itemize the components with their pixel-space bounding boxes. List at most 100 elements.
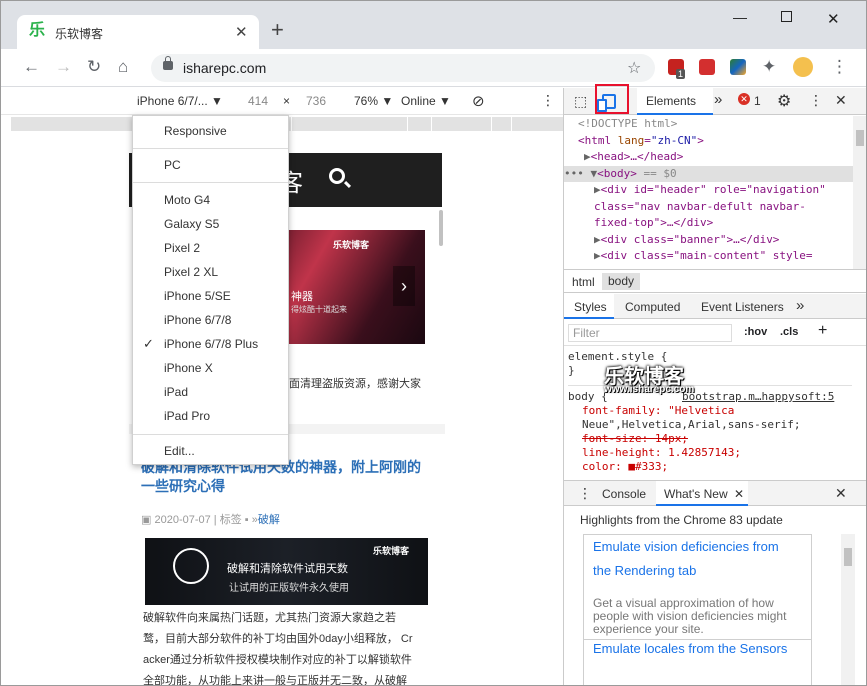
bookmark-star-icon[interactable]: ☆ — [627, 58, 641, 78]
styles-filter-input[interactable]: Filter — [568, 324, 732, 342]
banner-next-icon[interactable]: › — [393, 266, 415, 306]
extensions-puzzle-icon[interactable]: ✦ — [762, 58, 776, 76]
close-window-icon[interactable]: ✕ — [827, 10, 840, 28]
breadcrumb: html body — [564, 269, 866, 293]
menu-item-device[interactable]: iPhone X — [164, 361, 213, 375]
device-select[interactable]: iPhone 6/7/... ▼ — [137, 94, 223, 108]
profile-avatar[interactable] — [793, 57, 813, 77]
width-field[interactable]: 414 — [248, 94, 268, 108]
cls-toggle[interactable]: .cls — [780, 326, 798, 338]
site-favicon-icon: 乐 — [29, 22, 46, 39]
zoom-select[interactable]: 76% ▼ — [354, 94, 393, 108]
site-notice: 面清理盗版资源，感谢大家 — [289, 378, 421, 390]
post-thumbnail[interactable]: 乐软博客 破解和清除软件试用天数 让试用的正版软件永久使用 — [145, 538, 428, 605]
css-prop[interactable]: line-height: 1.42857143; — [568, 446, 852, 460]
tab-whats-new[interactable]: What's New ✕ — [656, 481, 748, 506]
dom-div-main[interactable]: ▶<div class="main-content" style= — [564, 248, 854, 265]
css-prop[interactable]: font-family: "Helvetica — [568, 404, 852, 418]
menu-item-device-selected[interactable]: iPhone 6/7/8 Plus — [164, 337, 258, 351]
dom-html-tag: <html — [578, 133, 618, 147]
height-field[interactable]: 736 — [306, 94, 326, 108]
dom-body-selected[interactable]: ••• ▼<body> == $0 — [564, 165, 854, 182]
menu-item-device[interactable]: iPhone 5/SE — [164, 289, 231, 303]
excerpt-line: 鹜，目前大部分软件的补丁均由国外0day小组释放， Cr — [143, 633, 413, 645]
drawer-menu-icon[interactable]: ⋮ — [578, 485, 592, 502]
inspect-element-icon[interactable]: ⬚ — [574, 93, 587, 110]
extension-icon-2[interactable] — [699, 59, 715, 75]
whats-new-close-icon[interactable]: ✕ — [734, 487, 744, 501]
drawer-close-icon[interactable]: ✕ — [835, 485, 847, 502]
forward-icon[interactable]: → — [55, 58, 72, 76]
tab-styles[interactable]: Styles — [564, 294, 614, 319]
css-prop-overridden[interactable]: font-size: 14px; — [568, 432, 852, 446]
card-title-line[interactable]: Emulate vision deficiencies from — [593, 535, 779, 559]
menu-item-device[interactable]: Pixel 2 — [164, 241, 200, 255]
address-bar[interactable]: isharepc.com ☆ — [151, 54, 655, 82]
toggle-device-toolbar-icon[interactable] — [597, 94, 616, 112]
tab-elements[interactable]: Elements — [637, 88, 713, 115]
menu-item-device[interactable]: iPhone 6/7/8 — [164, 313, 231, 327]
network-value: Online — [401, 94, 436, 108]
extension-icon-3[interactable] — [730, 59, 746, 75]
menu-item-pc[interactable]: PC — [164, 158, 181, 172]
css-prop: Neue",Helvetica,Arial,sans-serif; — [582, 418, 801, 431]
card-title-line[interactable]: Emulate locales from the Sensors — [593, 637, 787, 661]
hov-toggle[interactable]: :hov — [744, 326, 767, 338]
menu-item-edit[interactable]: Edit... — [164, 444, 195, 458]
maximize-icon[interactable] — [781, 11, 792, 22]
settings-gear-icon[interactable]: ⚙ — [777, 91, 791, 111]
excerpt-line: 破解软件向来属热门话题，尤其热门资源大家趋之若 — [143, 612, 396, 624]
tab-event-listeners[interactable]: Event Listeners — [701, 300, 784, 314]
crumb-html[interactable]: html — [572, 275, 595, 289]
minimize-icon[interactable]: — — [733, 9, 747, 25]
reload-icon[interactable]: ↻ — [87, 58, 101, 76]
tab-computed[interactable]: Computed — [625, 300, 680, 314]
crumb-body[interactable]: body — [602, 273, 641, 290]
site-search-icon[interactable] — [329, 168, 345, 184]
device-toolbar-more-icon[interactable]: ⋮ — [541, 92, 555, 109]
source-link[interactable]: bootstrap.m…happysoft:5 — [682, 390, 834, 404]
dom-div-banner-text: <div class="banner">…</div> — [600, 232, 780, 246]
menu-item-responsive[interactable]: Responsive — [164, 124, 227, 138]
browser-toolbar: ← → ↻ ⌂ isharepc.com ☆ 1 ✦ ⋮ — [1, 49, 866, 87]
devtools-close-icon[interactable]: ✕ — [835, 92, 847, 109]
browser-window: 乐 乐软博客 ✕ + — ✕ ← → ↻ ⌂ isharepc.com ☆ 1 … — [0, 0, 867, 686]
dom-div-header[interactable]: ▶<div id="header" role="navigation" — [564, 182, 854, 199]
rotate-icon[interactable]: ⊘ — [472, 92, 485, 110]
dom-tree[interactable]: <!DOCTYPE html> <html lang="zh-CN"> ▶<he… — [564, 116, 854, 268]
back-icon[interactable]: ← — [23, 58, 40, 76]
home-icon[interactable]: ⌂ — [118, 58, 128, 76]
selected-check-icon: ✓ — [143, 336, 154, 351]
new-tab-button[interactable]: + — [271, 19, 284, 41]
tab-close-icon[interactable]: ✕ — [235, 23, 248, 41]
card-title-line[interactable]: the Rendering tab — [593, 559, 696, 583]
lock-icon — [163, 56, 173, 70]
dom-div-banner[interactable]: ▶<div class="banner">…</div> — [564, 232, 854, 249]
tab-console[interactable]: Console — [602, 487, 646, 501]
css-prop[interactable]: color: ■#333; — [568, 460, 852, 474]
devtools-menu-icon[interactable]: ⋮ — [809, 92, 823, 109]
site-scrollbar[interactable] — [439, 210, 443, 246]
error-icon[interactable]: ✕ — [738, 93, 750, 105]
menu-item-device[interactable]: Moto G4 — [164, 193, 210, 207]
browser-tab[interactable]: 乐 乐软博客 ✕ — [17, 15, 259, 49]
dom-div-header-cont: class="nav navbar-defult navbar- — [594, 199, 806, 213]
styles-more-tabs-icon[interactable]: » — [796, 297, 804, 314]
menu-item-device[interactable]: Pixel 2 XL — [164, 265, 218, 279]
post-tag-link[interactable]: 破解 — [258, 514, 280, 526]
menu-item-device[interactable]: iPad — [164, 385, 188, 399]
chrome-menu-icon[interactable]: ⋮ — [831, 58, 848, 76]
new-rule-plus-icon[interactable]: + — [818, 322, 827, 340]
whats-new-scrollbar[interactable] — [841, 534, 855, 685]
dom-head[interactable]: ▶<head>…</head> — [564, 149, 854, 166]
dom-html[interactable]: <html lang="zh-CN"> — [564, 133, 854, 150]
menu-item-device[interactable]: Galaxy S5 — [164, 217, 219, 231]
post-date: 2020-07-07 — [154, 514, 211, 526]
dom-scrollbar[interactable] — [853, 116, 866, 269]
network-select[interactable]: Online ▼ — [401, 94, 451, 108]
dom-div-main-text: <div class="main-content" style= — [600, 249, 813, 262]
dom-doctype[interactable]: <!DOCTYPE html> — [564, 116, 854, 133]
tab-styles-label: Styles — [574, 300, 607, 314]
more-tabs-icon[interactable]: » — [714, 91, 722, 108]
menu-item-device[interactable]: iPad Pro — [164, 409, 210, 423]
